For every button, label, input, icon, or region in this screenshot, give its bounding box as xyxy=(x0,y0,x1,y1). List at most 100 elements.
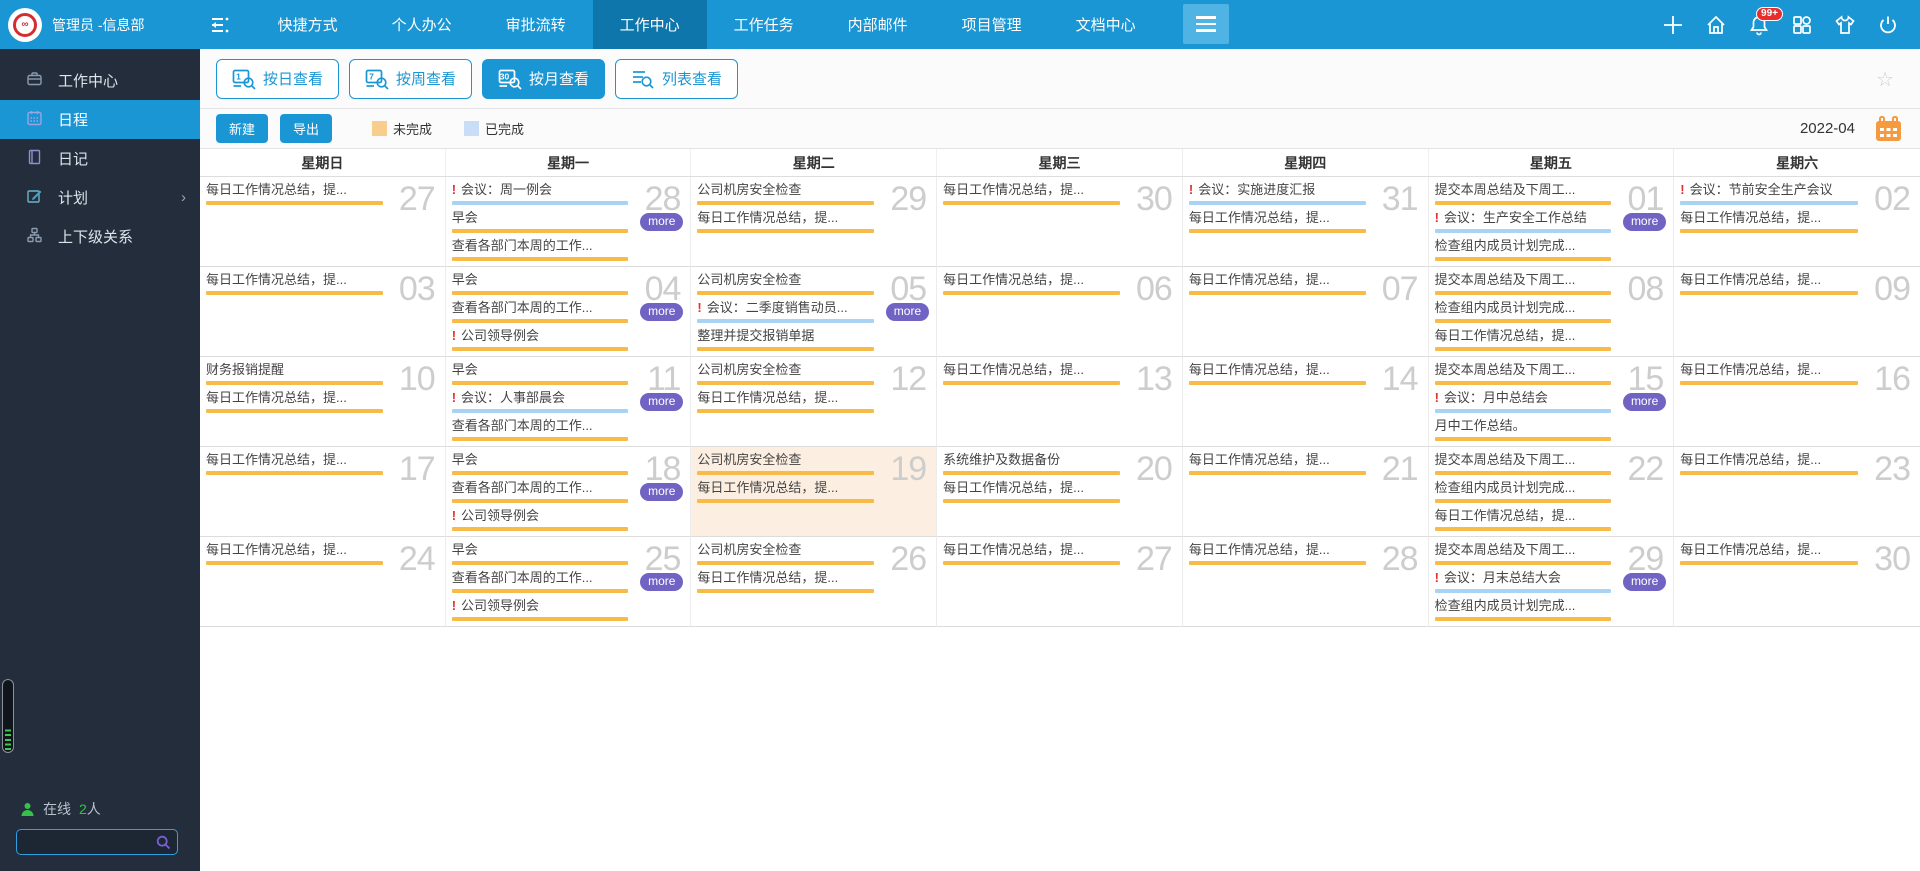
calendar-event[interactable]: 检查组内成员计划完成... xyxy=(1434,300,1612,323)
calendar-event[interactable]: 每日工作情况总结，提... xyxy=(1188,362,1366,385)
calendar-event[interactable]: 每日工作情况总结，提... xyxy=(206,272,383,295)
calendar-event[interactable]: 提交本周总结及下周工... xyxy=(1434,542,1612,565)
calendar-event[interactable]: 公司机房安全检查 xyxy=(697,182,875,205)
more-badge[interactable]: more xyxy=(640,393,684,411)
calendar-event[interactable]: 每日工作情况总结，提... xyxy=(943,542,1120,565)
calendar-cell-23[interactable]: 每日工作情况总结，提... 23 xyxy=(1674,447,1920,537)
favorite-star-icon[interactable]: ☆ xyxy=(1876,67,1894,92)
calendar-event[interactable]: 查看各部门本周的工作... xyxy=(451,480,629,503)
calendar-cell-28[interactable]: ! 会议：周一例会 早会 查看各部门本周的工作... 28 more xyxy=(445,177,692,267)
calendar-event[interactable]: 公司机房安全检查 xyxy=(697,542,875,565)
calendar-cell-27[interactable]: 每日工作情况总结，提... 27 xyxy=(200,177,446,267)
calendar-cell-26[interactable]: 公司机房安全检查 每日工作情况总结，提... 26 xyxy=(691,537,938,627)
calendar-cell-31[interactable]: ! 会议：实施进度汇报 每日工作情况总结，提... 31 xyxy=(1182,177,1429,267)
more-badge[interactable]: more xyxy=(885,303,930,321)
calendar-event[interactable]: 每日工作情况总结，提... xyxy=(697,210,875,233)
home-icon[interactable] xyxy=(1704,13,1728,37)
calendar-event[interactable]: 每日工作情况总结，提... xyxy=(206,182,383,205)
calendar-event[interactable]: 月中工作总结。 xyxy=(1434,418,1612,441)
calendar-cell-17[interactable]: 每日工作情况总结，提... 17 xyxy=(200,447,446,537)
more-modules-button[interactable] xyxy=(1182,4,1229,44)
view-button-按月查看[interactable]: 30 按月查看 xyxy=(482,58,606,99)
calendar-event[interactable]: 每日工作情况总结，提... xyxy=(1188,210,1366,233)
calendar-event[interactable]: 每日工作情况总结，提... xyxy=(1680,210,1858,233)
calendar-cell-30[interactable]: 每日工作情况总结，提... 30 xyxy=(937,177,1183,267)
more-badge[interactable]: more xyxy=(640,213,684,231)
calendar-cell-14[interactable]: 每日工作情况总结，提... 14 xyxy=(1182,357,1429,447)
power-icon[interactable] xyxy=(1876,13,1900,37)
calendar-cell-28[interactable]: 每日工作情况总结，提... 28 xyxy=(1182,537,1429,627)
calendar-cell-30[interactable]: 每日工作情况总结，提... 30 xyxy=(1674,537,1920,627)
sidebar-item-日记[interactable]: 日记 xyxy=(0,139,200,178)
calendar-event[interactable]: 查看各部门本周的工作... xyxy=(451,238,629,261)
calendar-event[interactable]: ! 会议：月末总结大会 xyxy=(1434,570,1612,593)
calendar-event[interactable]: 每日工作情况总结，提... xyxy=(206,542,383,565)
calendar-event[interactable]: 早会 xyxy=(451,272,629,295)
sidebar-item-上下级关系[interactable]: 上下级关系 xyxy=(0,217,200,256)
calendar-event[interactable]: 每日工作情况总结，提... xyxy=(943,362,1120,385)
apps-grid-icon[interactable] xyxy=(1790,13,1814,37)
search-icon[interactable] xyxy=(156,835,177,850)
calendar-cell-06[interactable]: 每日工作情况总结，提... 06 xyxy=(937,267,1183,357)
nav-item-快捷方式[interactable]: 快捷方式 xyxy=(251,0,365,49)
calendar-event[interactable]: 公司机房安全检查 xyxy=(697,452,875,475)
calendar-cell-20[interactable]: 系统维护及数据备份 每日工作情况总结，提... 20 xyxy=(937,447,1183,537)
plus-icon[interactable] xyxy=(1661,13,1685,37)
calendar-event[interactable]: ! 会议：人事部晨会 xyxy=(451,390,629,413)
calendar-event[interactable]: 早会 xyxy=(451,452,629,475)
calendar-event[interactable]: 每日工作情况总结，提... xyxy=(1434,508,1612,531)
calendar-event[interactable]: ! 会议：生产安全工作总结 xyxy=(1434,210,1612,233)
calendar-event[interactable]: 检查组内成员计划完成... xyxy=(1434,238,1612,261)
calendar-cell-09[interactable]: 每日工作情况总结，提... 09 xyxy=(1674,267,1920,357)
calendar-event[interactable]: 每日工作情况总结，提... xyxy=(1680,362,1858,385)
calendar-event[interactable]: ! 会议：周一例会 xyxy=(451,182,629,205)
calendar-cell-05[interactable]: 公司机房安全检查! 会议：二季度销售动员... 整理并提交报销单据 05 more xyxy=(691,267,938,357)
calendar-cell-21[interactable]: 每日工作情况总结，提... 21 xyxy=(1182,447,1429,537)
nav-item-工作任务[interactable]: 工作任务 xyxy=(707,0,821,49)
calendar-cell-11[interactable]: 早会! 会议：人事部晨会 查看各部门本周的工作... 11 more xyxy=(445,357,692,447)
calendar-event[interactable]: 每日工作情况总结，提... xyxy=(1188,542,1366,565)
calendar-event[interactable]: ! 会议：实施进度汇报 xyxy=(1188,182,1366,205)
calendar-event[interactable]: 整理并提交报销单据 xyxy=(697,328,875,351)
new-button[interactable]: 新建 xyxy=(216,114,269,143)
nav-item-个人办公[interactable]: 个人办公 xyxy=(365,0,479,49)
calendar-cell-04[interactable]: 早会 查看各部门本周的工作...! 公司领导例会 04 more xyxy=(445,267,692,357)
more-badge[interactable]: more xyxy=(1622,213,1667,231)
calendar-picker-icon[interactable] xyxy=(1875,115,1902,142)
calendar-event[interactable]: 早会 xyxy=(451,362,629,385)
calendar-event[interactable]: 提交本周总结及下周工... xyxy=(1434,452,1612,475)
calendar-event[interactable]: 公司机房安全检查 xyxy=(697,272,875,295)
calendar-event[interactable]: 每日工作情况总结，提... xyxy=(1434,328,1612,351)
more-badge[interactable]: more xyxy=(640,483,684,501)
calendar-cell-29[interactable]: 公司机房安全检查 每日工作情况总结，提... 29 xyxy=(691,177,938,267)
calendar-event[interactable]: 财务报销提醒 xyxy=(206,362,383,385)
calendar-event[interactable]: 提交本周总结及下周工... xyxy=(1434,362,1612,385)
calendar-event[interactable]: 提交本周总结及下周工... xyxy=(1434,272,1612,295)
calendar-event[interactable]: 每日工作情况总结，提... xyxy=(943,272,1120,295)
more-badge[interactable]: more xyxy=(1622,393,1667,411)
view-button-列表查看[interactable]: 列表查看 xyxy=(615,58,739,99)
calendar-event[interactable]: 提交本周总结及下周工... xyxy=(1434,182,1612,205)
calendar-event[interactable]: ! 公司领导例会 xyxy=(451,328,629,351)
calendar-cell-25[interactable]: 早会 查看各部门本周的工作...! 公司领导例会 25 more xyxy=(445,537,692,627)
calendar-cell-24[interactable]: 每日工作情况总结，提... 24 xyxy=(200,537,446,627)
calendar-event[interactable]: ! 会议：二季度销售动员... xyxy=(697,300,875,323)
calendar-event[interactable]: 每日工作情况总结，提... xyxy=(1680,272,1858,295)
calendar-event[interactable]: 公司机房安全检查 xyxy=(697,362,875,385)
nav-item-内部邮件[interactable]: 内部邮件 xyxy=(821,0,935,49)
calendar-event[interactable]: 每日工作情况总结，提... xyxy=(1680,452,1858,475)
calendar-event[interactable]: ! 会议：月中总结会 xyxy=(1434,390,1612,413)
calendar-cell-19[interactable]: 公司机房安全检查 每日工作情况总结，提... 19 xyxy=(691,447,938,537)
more-badge[interactable]: more xyxy=(640,303,684,321)
calendar-cell-01[interactable]: 提交本周总结及下周工...! 会议：生产安全工作总结 检查组内成员计划完成... 01… xyxy=(1428,177,1675,267)
nav-item-项目管理[interactable]: 项目管理 xyxy=(935,0,1049,49)
nav-item-文档中心[interactable]: 文档中心 xyxy=(1049,0,1163,49)
collapse-menu-icon[interactable] xyxy=(159,0,251,49)
calendar-event[interactable]: 每日工作情况总结，提... xyxy=(1188,272,1366,295)
calendar-cell-07[interactable]: 每日工作情况总结，提... 07 xyxy=(1182,267,1429,357)
calendar-event[interactable]: ! 公司领导例会 xyxy=(451,508,629,531)
sidebar-item-日程[interactable]: 日程 xyxy=(0,100,200,139)
calendar-event[interactable]: 每日工作情况总结，提... xyxy=(697,480,875,503)
view-button-按日查看[interactable]: 1 按日查看 xyxy=(216,58,340,99)
calendar-event[interactable]: 早会 xyxy=(451,542,629,565)
